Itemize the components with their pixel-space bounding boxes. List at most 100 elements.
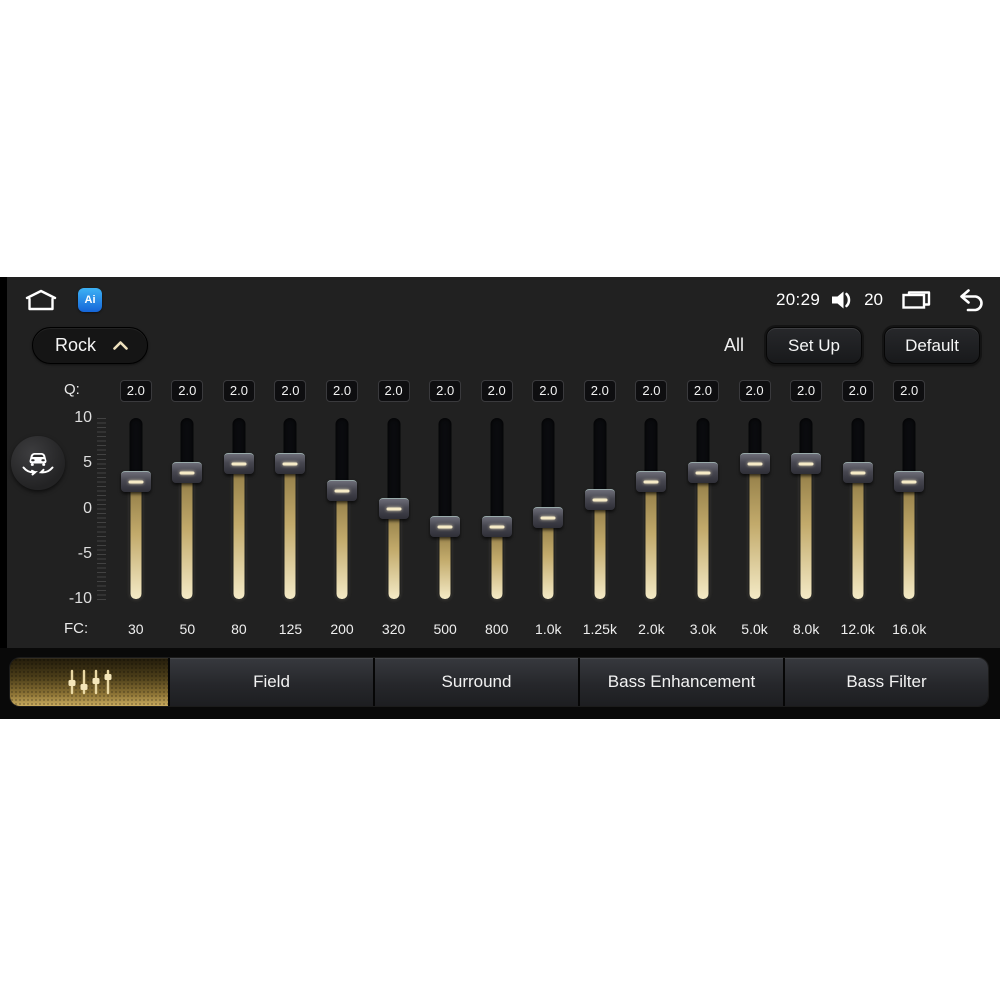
q-value[interactable]: 2.0 [480,379,513,402]
q-column: 2.0 [471,379,523,402]
band-slider [265,418,317,599]
slider-handle[interactable] [172,461,203,483]
slider-handle[interactable] [120,470,151,492]
slider-gold-fill [233,463,245,599]
q-column: 2.0 [265,379,317,402]
speaker-icon [830,289,854,311]
q-value[interactable]: 2.0 [686,379,719,402]
axis-label: -5 [77,544,92,562]
status-bar-right: 20:29 20 [776,288,986,313]
freq-column: 2.0k [626,617,678,641]
ai-app-icon: Ai [78,288,102,312]
q-value[interactable]: 2.0 [274,379,307,402]
slider-handle[interactable] [378,498,409,519]
band-slider [471,418,523,599]
slider-handle[interactable] [636,470,667,492]
band-slider [316,418,368,599]
tab-equalizer[interactable] [10,658,168,706]
freq-column: 800 [471,617,523,641]
fc-row-label: FC: [64,620,89,637]
tab-bass-filter[interactable]: Bass Filter [785,658,988,706]
freq-column: 16.0k [883,617,935,641]
q-values-row: 2.0 2.0 2.0 2.0 2.0 2.0 2.0 2.0 2.0 2.0 2.0 2.0 2.0 2… [110,379,935,402]
freq-label: 12.0k [840,621,875,637]
band-slider [213,418,265,599]
set-up-button[interactable]: Set Up [766,327,862,364]
q-value[interactable]: 2.0 [790,379,823,402]
slider-handle[interactable] [327,479,358,501]
freq-column: 320 [368,617,420,641]
q-value[interactable]: 2.0 [377,379,410,402]
tab-surround[interactable]: Surround [375,658,578,706]
slider-gold-fill [852,472,864,599]
freq-column: 50 [162,617,214,641]
q-column: 2.0 [162,379,214,402]
slider-handle[interactable] [223,452,254,474]
recents-icon [901,289,932,311]
volume-level: 20 [864,290,883,309]
chevron-up-icon [112,340,129,351]
freq-column: 8.0k [780,617,832,641]
q-value[interactable]: 2.0 [841,379,874,402]
q-column: 2.0 [368,379,420,402]
preset-selector[interactable]: Rock [32,327,148,364]
q-value[interactable]: 2.0 [429,379,462,402]
freq-label: 80 [231,621,247,637]
slider-handle[interactable] [481,516,512,538]
ai-app-button[interactable]: Ai [78,288,102,312]
tab-bass-enhancement[interactable]: Bass Enhancement [580,658,783,706]
page: Ai 20:29 20 Rock All Set Up Default Q: 2… [0,0,1000,1000]
freq-column: 80 [213,617,265,641]
q-column: 2.0 [626,379,678,402]
default-button[interactable]: Default [884,327,980,364]
q-value[interactable]: 2.0 [532,379,565,402]
axis-label: 10 [74,409,92,426]
back-button[interactable] [956,288,986,313]
axis-label: 5 [83,454,92,472]
slider-gold-fill [594,499,606,599]
status-bar: Ai 20:29 20 [24,284,986,316]
slider-handle[interactable] [430,516,461,538]
freq-label: 125 [278,621,303,637]
q-value[interactable]: 2.0 [171,379,204,402]
freq-label: 800 [485,621,509,637]
freq-column: 5.0k [729,617,781,641]
freq-column: 30 [110,617,162,641]
slider-gold-fill [439,526,451,599]
slider-handle[interactable] [739,452,770,474]
slider-handle[interactable] [842,461,873,483]
band-slider [110,418,162,599]
q-value[interactable]: 2.0 [222,379,255,402]
slider-handle[interactable] [894,470,925,492]
slider-handle[interactable] [275,452,306,474]
slider-handle[interactable] [584,488,615,510]
q-value[interactable]: 2.0 [583,379,616,402]
slider-gold-fill [645,481,657,599]
back-icon [956,288,986,313]
recents-button[interactable] [901,289,932,311]
freq-label: 3.0k [689,621,717,637]
all-label[interactable]: All [724,335,744,356]
freq-label: 16.0k [892,621,927,637]
q-column: 2.0 [523,379,575,402]
slider-handle[interactable] [791,452,822,474]
q-column: 2.0 [419,379,471,402]
frequency-labels-row: 30 50 80 125 200 320 500 800 1.0k 1.25k 2.0k 3.0k 5.… [110,617,935,641]
q-value[interactable]: 2.0 [635,379,668,402]
header-actions: All Set Up Default [724,327,980,364]
q-value[interactable]: 2.0 [738,379,771,402]
freq-label: 200 [330,621,354,637]
slider-gold-fill [697,472,709,599]
q-value[interactable]: 2.0 [326,379,359,402]
slider-handle[interactable] [533,507,564,529]
q-column: 2.0 [729,379,781,402]
slider-gold-fill [491,526,503,599]
q-value[interactable]: 2.0 [119,379,152,402]
home-button[interactable] [24,289,58,312]
tab-field[interactable]: Field [170,658,373,706]
slider-handle[interactable] [687,461,718,483]
q-value[interactable]: 2.0 [893,379,926,402]
q-column: 2.0 [110,379,162,402]
axis-label: 0 [83,499,92,517]
band-slider [523,418,575,599]
